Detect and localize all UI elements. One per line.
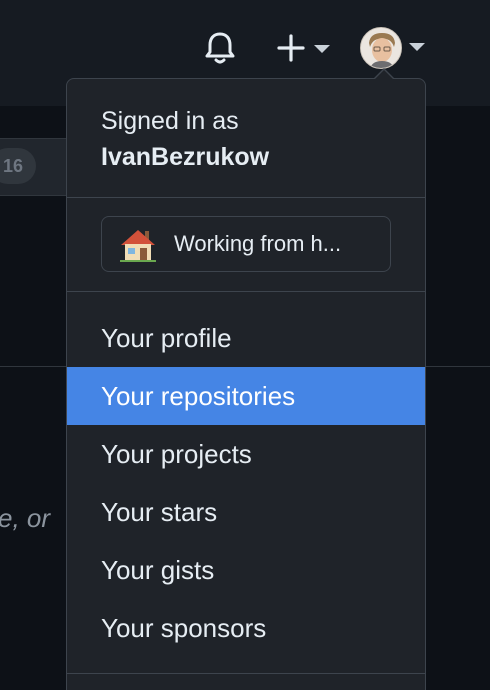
user-menu-toggle[interactable] [360, 27, 432, 71]
house-icon [120, 230, 156, 262]
menu-item-gists[interactable]: Your gists [67, 541, 425, 599]
username: IvanBezrukow [101, 143, 270, 171]
bell-icon[interactable] [203, 30, 237, 66]
background-text: e, or [0, 503, 51, 533]
menu-item-repositories[interactable]: Your repositories [67, 367, 425, 425]
signed-in-header: Signed in as IvanBezrukow [101, 103, 269, 175]
page: 16 e, or Signed in as IvanBezrukow Worki… [0, 0, 490, 690]
user-dropdown-menu: Signed in as IvanBezrukow Working from h… [66, 78, 426, 690]
background-counter-badge: 16 [0, 148, 36, 184]
set-status-button[interactable]: Working from h... [101, 216, 391, 272]
profile-menu-list: Your profile Your repositories Your projec… [67, 309, 425, 657]
menu-item-sponsors[interactable]: Your sponsors [67, 599, 425, 657]
chevron-down-icon [314, 45, 330, 53]
dropdown-pointer-fill [374, 70, 394, 80]
chevron-down-icon [409, 43, 425, 51]
menu-item-profile[interactable]: Your profile [67, 309, 425, 367]
background-divider [426, 366, 490, 367]
menu-item-stars[interactable]: Your stars [67, 483, 425, 541]
plus-icon [277, 34, 305, 62]
menu-divider [67, 291, 425, 292]
status-text: Working from h... [174, 231, 342, 256]
menu-divider [67, 197, 425, 198]
signed-in-label: Signed in as [101, 107, 239, 135]
avatar[interactable] [360, 27, 402, 69]
avatar-image [361, 28, 401, 68]
menu-item-projects[interactable]: Your projects [67, 425, 425, 483]
create-new-button[interactable] [276, 32, 336, 64]
background-divider [0, 366, 66, 367]
menu-divider [67, 673, 425, 674]
